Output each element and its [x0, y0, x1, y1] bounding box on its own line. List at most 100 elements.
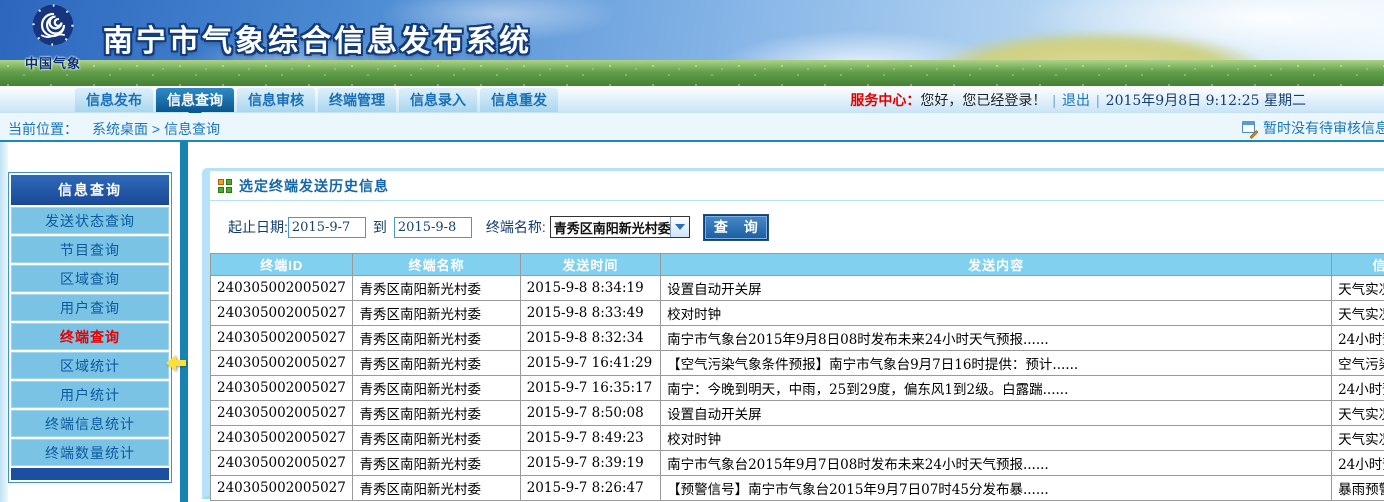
sidebar-item[interactable]: 终端数量统计	[11, 439, 169, 466]
sidebar-item[interactable]: 节目查询	[11, 236, 169, 263]
cell-info-type: 24小时预报	[1332, 326, 1384, 351]
cell-send-time: 2015-9-8 8:34:19	[520, 276, 660, 301]
date-to-input[interactable]	[394, 217, 472, 238]
table-header-cell[interactable]: 发送内容	[661, 254, 1332, 276]
note-pencil-icon	[1242, 121, 1258, 136]
cell-info-type: 天气实况	[1332, 426, 1384, 451]
table-header-cell[interactable]: 终端名称	[353, 254, 520, 276]
separator: |	[1052, 92, 1056, 108]
table-header-cell[interactable]: 信息位	[1332, 254, 1384, 276]
service-center-bar: 服务中心： 您好，您已经登录！ | 退出 | 2015年9月8日 9:12:25…	[850, 86, 1306, 113]
cell-terminal-name: 青秀区南阳新光村委	[353, 451, 520, 476]
nav-tab[interactable]: 信息重发	[480, 88, 558, 112]
nav-tab[interactable]: 信息发布	[75, 88, 153, 112]
terminal-select[interactable]: 青秀区南阳新光村委	[550, 216, 690, 238]
cell-terminal-id: 240305002005027	[211, 326, 353, 351]
meteorology-logo-icon	[31, 3, 75, 47]
chevron-down-icon[interactable]	[670, 217, 689, 237]
table-row[interactable]: 240305002005027 青秀区南阳新光村委 2015-9-7 8:26:…	[211, 476, 1384, 501]
cell-send-time: 2015-9-7 8:26:47	[520, 476, 660, 501]
sidebar-splitter[interactable]	[180, 142, 188, 502]
nav-bar: 信息发布 信息查询 信息审核 终端管理 信息录入	[0, 86, 1384, 113]
table-body: 240305002005027 青秀区南阳新光村委 2015-9-8 8:34:…	[211, 276, 1384, 501]
cell-terminal-name: 青秀区南阳新光村委	[353, 301, 520, 326]
sidebar-item-label: 用户统计	[60, 387, 120, 403]
cell-send-time: 2015-9-8 8:32:34	[520, 326, 660, 351]
nav-tab[interactable]: 信息录入	[399, 88, 477, 112]
sidebar-header: 信息查询	[11, 175, 169, 205]
audit-notice-text: 暂时没有待审核信息	[1263, 118, 1384, 138]
service-center-label: 服务中心：	[850, 90, 920, 110]
cell-terminal-id: 240305002005027	[211, 351, 353, 376]
history-table: 终端ID 终端名称 发送时间 发送内容 信息位	[210, 253, 1384, 501]
nav-tab-label: 信息发布	[86, 92, 142, 108]
cell-terminal-name: 青秀区南阳新光村委	[353, 401, 520, 426]
sidebar-item[interactable]: 区域统计	[11, 352, 169, 379]
sidebar-item[interactable]: 区域查询	[11, 265, 169, 292]
nav-tab[interactable]: 信息审核	[237, 88, 315, 112]
collapse-sidebar-arrow-icon[interactable]	[166, 355, 190, 371]
nav-tab[interactable]: 信息查询	[156, 88, 234, 112]
sidebar-item-label: 终端信息统计	[45, 416, 135, 432]
login-greeting: 您好，您已经登录！	[920, 90, 1046, 110]
sidebar-item-label: 发送状态查询	[45, 213, 135, 229]
cell-info-type: 24小时预报	[1332, 376, 1384, 401]
breadcrumb-bar: 当前位置：系统桌面 > 信息查询 暂时没有待审核信息	[0, 113, 1384, 142]
nav-tab[interactable]: 终端管理	[318, 88, 396, 112]
sidebar-item[interactable]: 用户查询	[11, 294, 169, 321]
datetime-display: 2015年9月8日 9:12:25 星期二	[1106, 90, 1306, 110]
app-window: 中国气象 南宁市气象综合信息发布系统 信息发布 信息查询 信息审核 终端管理	[0, 0, 1384, 502]
cell-terminal-name: 青秀区南阳新光村委	[353, 326, 520, 351]
cell-send-content: 南宁市气象台2015年9月8日08时发布未来24小时天气预报......	[661, 326, 1332, 351]
sidebar-item[interactable]: 发送状态查询	[11, 207, 169, 234]
sidebar-item[interactable]: 终端查询	[11, 323, 169, 350]
main-nav-tabs: 信息发布 信息查询 信息审核 终端管理 信息录入	[75, 88, 558, 112]
sidebar: 信息查询 发送状态查询 节目查询 区域查询 用户查	[8, 172, 172, 483]
sidebar-item[interactable]: 用户统计	[11, 381, 169, 408]
sidebar-item[interactable]: 终端信息统计	[11, 410, 169, 437]
sidebar-item-label: 终端查询	[60, 329, 120, 345]
date-from-input[interactable]	[288, 217, 366, 238]
cell-info-type: 天气实况	[1332, 401, 1384, 426]
cell-send-content: 南宁：今晚到明天，中雨，25到29度，偏东风1到2级。白露踹......	[661, 376, 1332, 401]
to-label: 到	[373, 217, 387, 237]
cell-send-time: 2015-9-7 8:49:23	[520, 426, 660, 451]
cell-info-type: 天气实况	[1332, 276, 1384, 301]
table-header-cell[interactable]: 终端ID	[211, 254, 353, 276]
cell-send-time: 2015-9-8 8:33:49	[520, 301, 660, 326]
terminal-select-value: 青秀区南阳新光村委	[551, 218, 670, 237]
query-form: 起止日期: 到 终端名称: 青秀区南阳新光村委 查 询	[210, 201, 1384, 253]
main-area: 信息查询 发送状态查询 节目查询 区域查询 用户查	[0, 142, 1384, 502]
left-edge-decor	[0, 142, 8, 502]
nav-tab-label: 信息录入	[410, 92, 466, 108]
sidebar-item-label: 节目查询	[60, 242, 120, 258]
logout-link[interactable]: 退出	[1062, 90, 1090, 110]
cell-terminal-name: 青秀区南阳新光村委	[353, 426, 520, 451]
cell-terminal-id: 240305002005027	[211, 476, 353, 501]
table-row[interactable]: 240305002005027 青秀区南阳新光村委 2015-9-7 16:41…	[211, 351, 1384, 376]
cell-send-content: 【空气污染气象条件预报】南宁市气象台9月7日16时提供：预计......	[661, 351, 1332, 376]
query-button[interactable]: 查 询	[704, 215, 768, 240]
cell-send-content: 设置自动开关屏	[661, 401, 1332, 426]
cell-send-content: 校对时钟	[661, 301, 1332, 326]
table-header-cell[interactable]: 发送时间	[520, 254, 660, 276]
table-row[interactable]: 240305002005027 青秀区南阳新光村委 2015-9-8 8:33:…	[211, 301, 1384, 326]
table-row[interactable]: 240305002005027 青秀区南阳新光村委 2015-9-7 8:39:…	[211, 451, 1384, 476]
cell-terminal-name: 青秀区南阳新光村委	[353, 351, 520, 376]
sidebar-item-label: 区域查询	[60, 271, 120, 287]
audit-notice[interactable]: 暂时没有待审核信息	[1242, 118, 1384, 138]
cell-send-time: 2015-9-7 8:39:19	[520, 451, 660, 476]
breadcrumb: 当前位置：系统桌面 > 信息查询	[8, 119, 220, 139]
cell-terminal-id: 240305002005027	[211, 276, 353, 301]
table-row[interactable]: 240305002005027 青秀区南阳新光村委 2015-9-7 8:49:…	[211, 426, 1384, 451]
table-row[interactable]: 240305002005027 青秀区南阳新光村委 2015-9-7 8:50:…	[211, 401, 1384, 426]
nav-tab-label: 信息审核	[248, 92, 304, 108]
breadcrumb-path[interactable]: 系统桌面 > 信息查询	[92, 121, 220, 137]
cell-terminal-id: 240305002005027	[211, 451, 353, 476]
sidebar-footer-bar	[11, 468, 169, 480]
table-row[interactable]: 240305002005027 青秀区南阳新光村委 2015-9-7 16:35…	[211, 376, 1384, 401]
cell-send-content: 【预警信号】南宁市气象台2015年9月7日07时45分发布暴......	[661, 476, 1332, 501]
table-row[interactable]: 240305002005027 青秀区南阳新光村委 2015-9-8 8:32:…	[211, 326, 1384, 351]
cell-terminal-name: 青秀区南阳新光村委	[353, 376, 520, 401]
table-row[interactable]: 240305002005027 青秀区南阳新光村委 2015-9-8 8:34:…	[211, 276, 1384, 301]
